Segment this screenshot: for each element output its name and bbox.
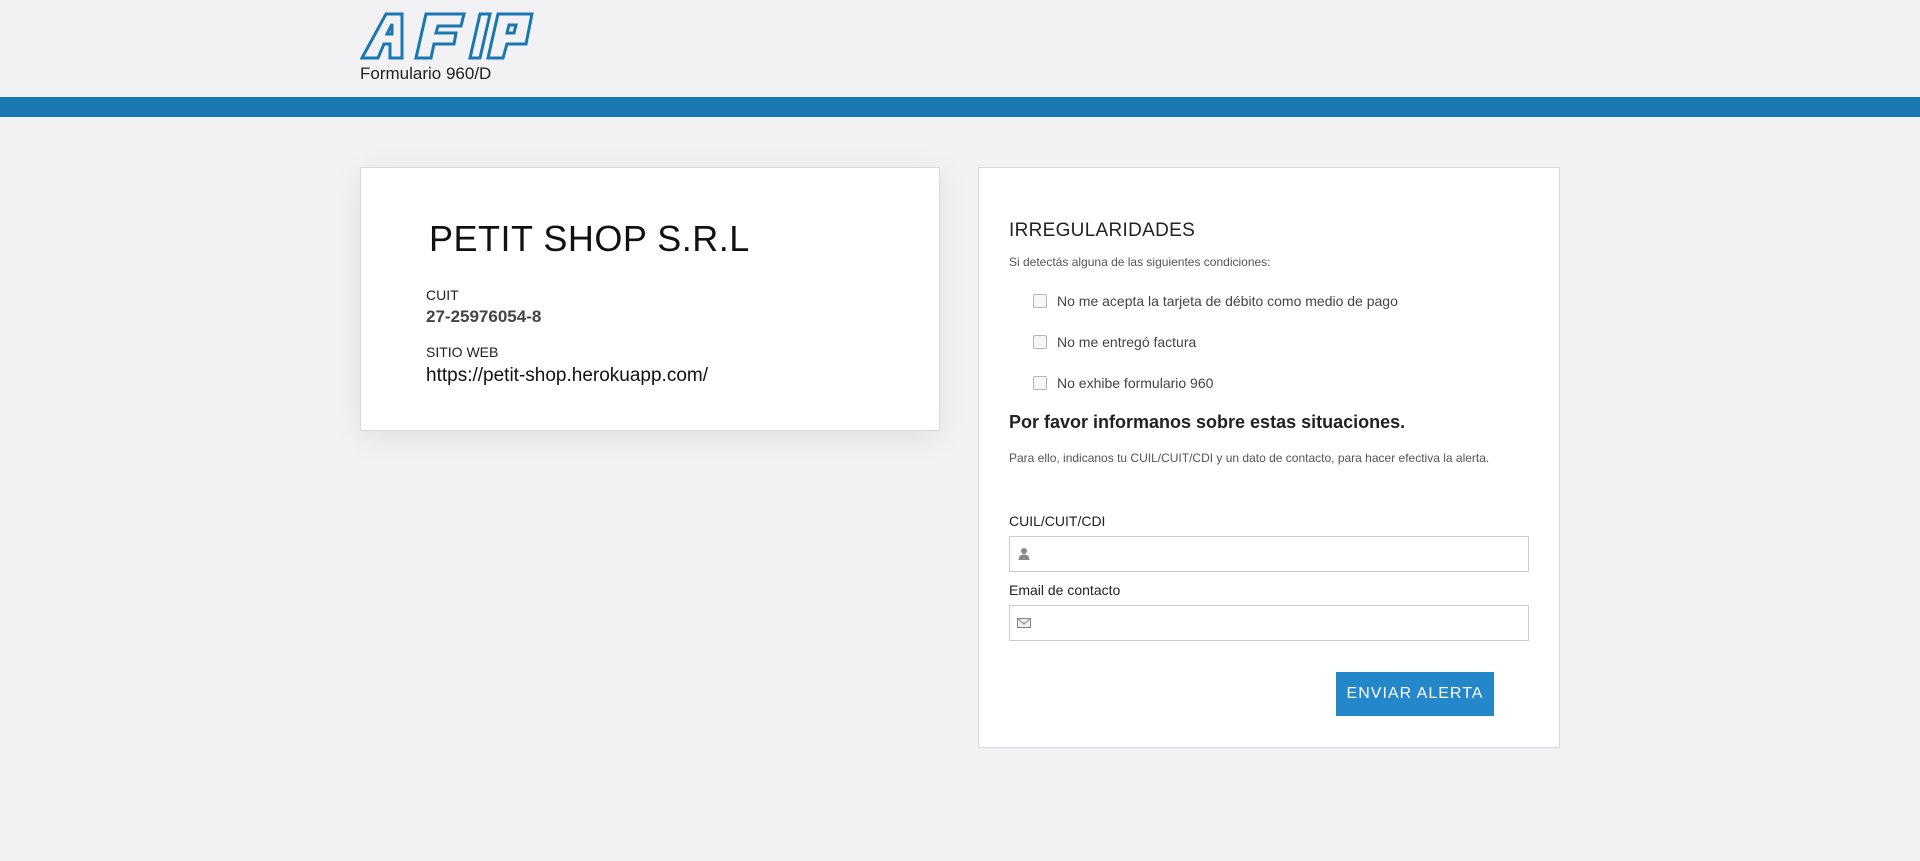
- alert-instructions: Para ello, indicanos tu CUIL/CUIT/CDI y …: [1009, 451, 1490, 465]
- envelope-icon: [1017, 618, 1031, 628]
- alert-heading: Por favor informanos sobre estas situaci…: [1009, 412, 1406, 432]
- option-no-invoice[interactable]: No me entregó factura: [1033, 332, 1196, 352]
- email-label: Email de contacto: [1009, 582, 1121, 598]
- website-value: https://petit-shop.herokuapp.com/: [426, 365, 708, 386]
- user-icon: [1018, 548, 1030, 560]
- option-label: No exhibe formulario 960: [1057, 375, 1214, 391]
- cuil-input[interactable]: [1038, 537, 1524, 571]
- irregularities-title: IRREGULARIDADES: [1009, 220, 1196, 241]
- page-header: Formulario 960/D: [0, 0, 1920, 97]
- option-label: No me entregó factura: [1057, 334, 1197, 350]
- checkbox[interactable]: [1033, 294, 1047, 308]
- email-field-wrapper: [1009, 605, 1529, 641]
- website-label: SITIO WEB: [426, 344, 499, 360]
- send-alert-button[interactable]: ENVIAR ALERTA: [1336, 672, 1494, 716]
- checkbox[interactable]: [1033, 376, 1047, 390]
- email-input[interactable]: [1038, 606, 1524, 640]
- cuit-label: CUIT: [426, 287, 459, 303]
- irregularities-subtitle: Si detectás alguna de las siguientes con…: [1009, 255, 1271, 269]
- afip-logo: [360, 12, 534, 60]
- alert-form-card: IRREGULARIDADES Si detectás alguna de la…: [978, 167, 1560, 748]
- cuit-value: 27-25976054-8: [426, 307, 542, 326]
- option-no-form-960[interactable]: No exhibe formulario 960: [1033, 373, 1213, 393]
- header-band: [0, 97, 1920, 117]
- shop-name: PETIT SHOP S.R.L: [429, 218, 750, 259]
- form-subtitle: Formulario 960/D: [360, 64, 492, 83]
- shop-card: PETIT SHOP S.R.L CUIT 27-25976054-8 SITI…: [360, 167, 940, 431]
- cuil-label: CUIL/CUIT/CDI: [1009, 513, 1106, 529]
- checkbox[interactable]: [1033, 335, 1047, 349]
- cuil-field-wrapper: [1009, 536, 1529, 572]
- option-debit-card[interactable]: No me acepta la tarjeta de débito como m…: [1033, 291, 1398, 311]
- option-label: No me acepta la tarjeta de débito como m…: [1057, 293, 1398, 309]
